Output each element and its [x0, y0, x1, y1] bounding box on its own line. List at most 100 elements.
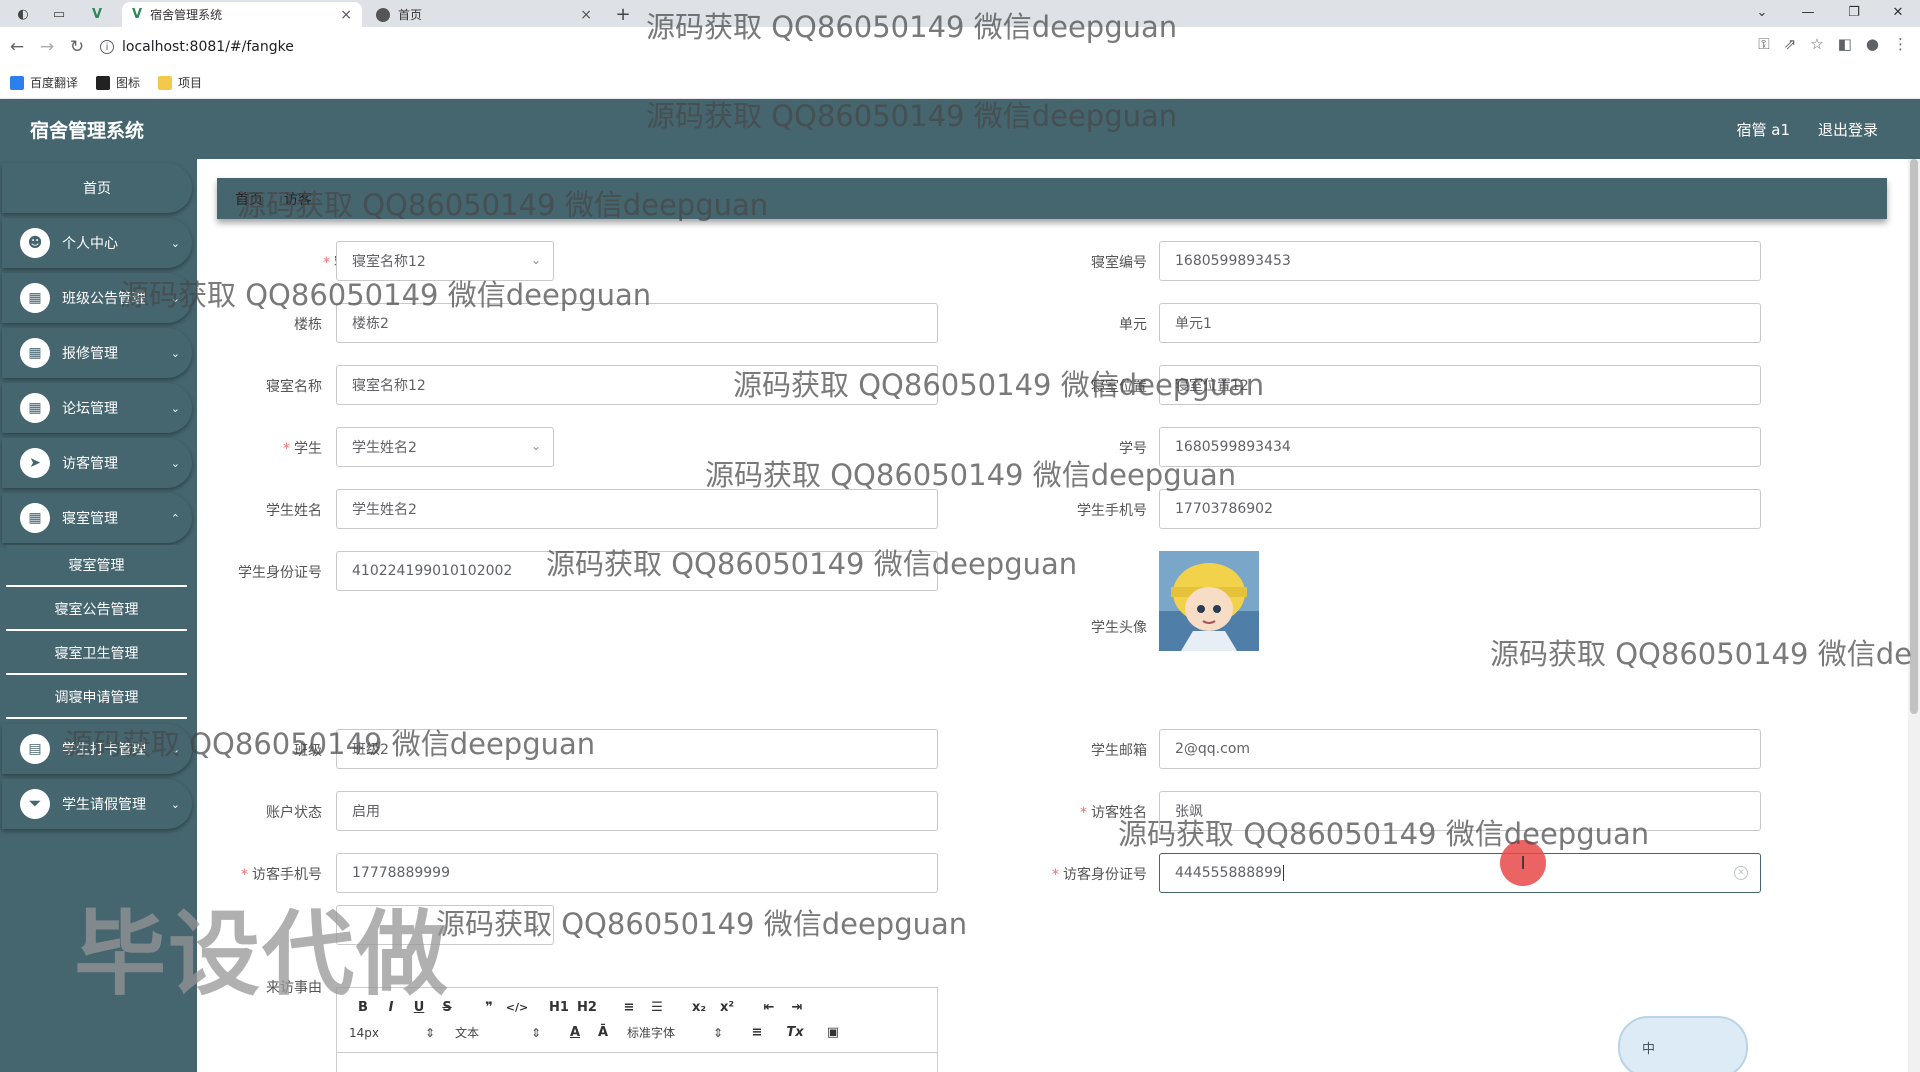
profile-icon[interactable]: ●: [1866, 35, 1879, 53]
bullet-list-button[interactable]: ☰: [643, 1000, 671, 1015]
new-tab-button[interactable]: +: [612, 4, 634, 25]
sidebar-item-profile[interactable]: ☻ 个人中心 ⌄: [2, 218, 192, 268]
ime-widget[interactable]: 中: [1618, 1016, 1748, 1072]
sidebar-item-dorm[interactable]: ▦ 寝室管理 ⌃: [2, 493, 192, 543]
sidebar-item-home[interactable]: 首页: [2, 163, 192, 213]
star-icon[interactable]: ☆: [1810, 35, 1823, 53]
status-label: 账户状态: [266, 805, 322, 821]
breadcrumb-separator: /: [271, 190, 276, 207]
chevron-down-icon: ⌄: [530, 253, 541, 267]
logout-button[interactable]: 退出登录: [1818, 119, 1878, 140]
dorm-addr-label: 寝室位置: [1091, 379, 1147, 395]
visitor-id-field[interactable]: 444555888899 ✕: [1159, 853, 1761, 893]
dorm-name-field[interactable]: 寝室名称12: [336, 365, 938, 405]
building-label: 楼栋: [294, 317, 322, 333]
sidebar-item-visitor[interactable]: ➤ 访客管理 ⌄: [2, 438, 192, 488]
student-name-field[interactable]: 学生姓名2: [336, 489, 938, 529]
student-id-label: 学生身份证号: [238, 565, 322, 581]
align-button[interactable]: ≡: [743, 1025, 771, 1040]
bookmark-item[interactable]: 图标: [96, 74, 140, 91]
student-no-label: 学号: [1119, 441, 1147, 457]
dorm-no-field[interactable]: 1680599893453: [1159, 241, 1761, 281]
pinned-tab-icon[interactable]: ▭: [48, 4, 70, 24]
menu-icon[interactable]: ⋮: [1893, 35, 1908, 53]
format-value: 文本: [455, 1026, 480, 1040]
tab-app[interactable]: V 宿舍管理系统 ×: [122, 2, 362, 27]
h2-button[interactable]: H2: [573, 1000, 601, 1015]
visitor-name-label: * 访客姓名: [1080, 805, 1147, 821]
close-icon[interactable]: ×: [580, 7, 592, 23]
dorm-addr-field[interactable]: 寝室位置12: [1159, 365, 1761, 405]
breadcrumb-home[interactable]: 首页: [235, 189, 263, 209]
minimize-button[interactable]: —: [1786, 0, 1830, 24]
status-field[interactable]: 启用: [336, 791, 938, 831]
page-scrollbar[interactable]: [1908, 159, 1920, 1072]
chevron-down-icon: ⌄: [170, 291, 180, 305]
share-icon[interactable]: ⇗: [1784, 35, 1797, 53]
email-field[interactable]: 2@qq.com: [1159, 729, 1761, 769]
scrollbar-thumb[interactable]: [1910, 159, 1918, 714]
back-icon[interactable]: ←: [4, 34, 30, 60]
h1-button[interactable]: H1: [545, 1000, 573, 1015]
cursor-highlight: I: [1500, 840, 1546, 886]
sidebar-item-checkin[interactable]: ▤ 学生打卡管理 ⌄: [2, 724, 192, 774]
image-button[interactable]: ▣: [819, 1025, 847, 1040]
url-field[interactable]: i localhost:8081/#/fangke: [100, 39, 294, 55]
reload-icon[interactable]: ↻: [64, 34, 90, 60]
dorm-select[interactable]: 寝室名称12 ⌄: [336, 241, 554, 281]
bookmarks-bar: 百度翻译 图标 项目: [0, 67, 1920, 99]
sidepanel-icon[interactable]: ◧: [1838, 35, 1852, 53]
pinned-tab-icon[interactable]: ◐: [12, 4, 34, 24]
sidebar-item-repair[interactable]: ▦ 报修管理 ⌄: [2, 328, 192, 378]
font-family-select[interactable]: 标准字体 ⇕: [627, 1024, 723, 1041]
ime-label: 中: [1642, 1041, 1656, 1057]
key-icon[interactable]: ⚿: [1758, 35, 1769, 53]
submenu-item-dorm-transfer[interactable]: 调寝申请管理: [6, 677, 187, 719]
tab-home[interactable]: 首页 ×: [366, 2, 602, 27]
sidebar-item-leave[interactable]: ⏷ 学生请假管理 ⌄: [2, 779, 192, 829]
student-select[interactable]: 学生姓名2 ⌄: [336, 427, 554, 467]
bg-color-button[interactable]: Ā: [589, 1025, 617, 1040]
visitor-name-field[interactable]: 张飒: [1159, 791, 1761, 831]
class-field[interactable]: 班级2: [336, 729, 938, 769]
sidebar-item-class-notice[interactable]: ▦ 班级公告管理 ⌄: [2, 273, 192, 323]
student-label: * 学生: [283, 441, 322, 457]
student-no-field[interactable]: 1680599893434: [1159, 427, 1761, 467]
sidebar-item-label: 访客管理: [62, 456, 118, 472]
quote-button[interactable]: ❞: [475, 1000, 503, 1015]
updown-icon: ⇕: [712, 1025, 723, 1040]
student-avatar[interactable]: [1159, 551, 1259, 651]
pinned-vue-icon[interactable]: V: [86, 4, 108, 24]
close-icon[interactable]: ×: [340, 7, 352, 23]
sidebar-item-forum[interactable]: ▦ 论坛管理 ⌄: [2, 383, 192, 433]
vue-icon: V: [132, 7, 143, 22]
unit-field[interactable]: 单元1: [1159, 303, 1761, 343]
forward-icon[interactable]: →: [34, 34, 60, 60]
info-icon[interactable]: i: [100, 40, 114, 54]
submenu-item-dorm-notice[interactable]: 寝室公告管理: [6, 589, 187, 631]
subscript-button[interactable]: x₂: [685, 1000, 713, 1015]
avatar-label: 学生头像: [1091, 620, 1147, 636]
submenu-item-dorm[interactable]: 寝室管理: [6, 545, 187, 587]
close-window-button[interactable]: ✕: [1876, 0, 1920, 24]
student-phone-field[interactable]: 17703786902: [1159, 489, 1761, 529]
clear-icon[interactable]: ✕: [1734, 866, 1748, 880]
bookmark-item[interactable]: 百度翻译: [10, 74, 78, 91]
restore-button[interactable]: ❐: [1832, 0, 1876, 24]
student-id-field[interactable]: 410224199010102002: [336, 551, 938, 591]
bookmark-item[interactable]: 项目: [158, 74, 202, 91]
tab-search-icon[interactable]: ⌄: [1740, 0, 1784, 24]
font-color-button[interactable]: A: [561, 1025, 589, 1040]
ordered-list-button[interactable]: ≡: [615, 1000, 643, 1015]
outdent-button[interactable]: ⇤: [755, 1000, 783, 1015]
url-text[interactable]: localhost:8081/#/fangke: [122, 39, 294, 55]
building-field[interactable]: 楼栋2: [336, 303, 938, 343]
indent-button[interactable]: ⇥: [783, 1000, 811, 1015]
code-button[interactable]: </>: [503, 1001, 531, 1014]
sidebar-item-label: 学生打卡管理: [62, 742, 146, 758]
superscript-button[interactable]: x²: [713, 1000, 741, 1015]
format-select[interactable]: 文本 ⇕: [455, 1024, 541, 1041]
font-size-select[interactable]: 14px ⇕: [349, 1026, 435, 1040]
clear-format-button[interactable]: Tx: [781, 1025, 809, 1040]
submenu-item-dorm-hygiene[interactable]: 寝室卫生管理: [6, 633, 187, 675]
